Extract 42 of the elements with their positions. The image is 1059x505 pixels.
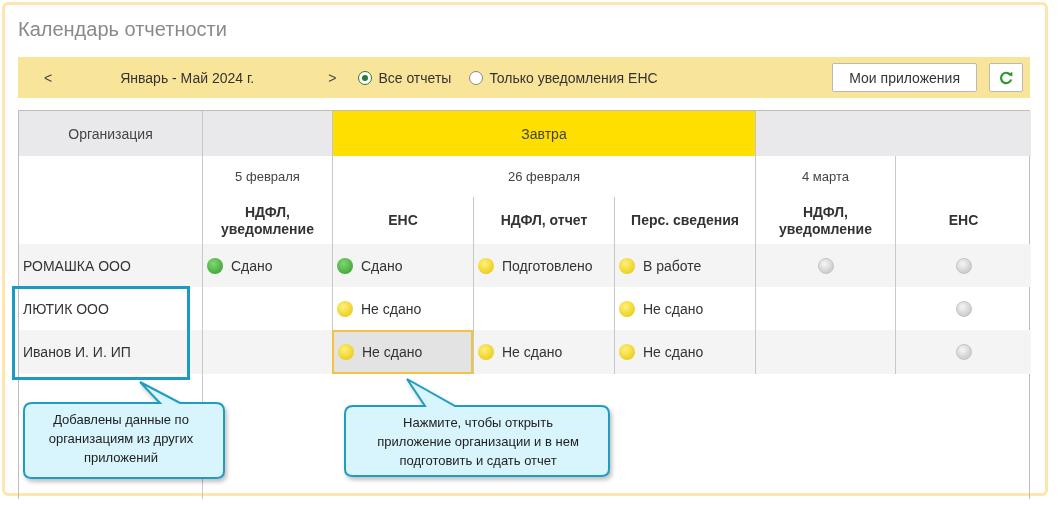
report-status-cell[interactable]: Не сдано xyxy=(614,330,755,374)
my-apps-button[interactable]: Мои приложения xyxy=(832,63,977,92)
status-dot-icon xyxy=(619,300,635,317)
report-status-cell[interactable]: Сдано xyxy=(202,244,332,287)
report-status-cell[interactable] xyxy=(895,244,1031,287)
previous-period-button[interactable]: < xyxy=(40,69,57,86)
callout-text: Добавлены данные по организациям из других приложений xyxy=(48,411,194,467)
refresh-button[interactable] xyxy=(989,63,1023,92)
report-status-cell[interactable] xyxy=(755,244,895,287)
report-status-cell[interactable]: Сдано xyxy=(332,244,473,287)
filter-radio[interactable]: Только уведомления ЕНС xyxy=(469,69,658,86)
column-header: Организация xyxy=(19,111,202,156)
date-header: 5 февраля xyxy=(202,156,332,197)
report-status-cell[interactable]: Не сдано xyxy=(473,330,614,374)
status-dot-icon xyxy=(337,300,353,317)
report-status-cell[interactable]: Не сдано xyxy=(332,330,473,374)
report-status-cell[interactable] xyxy=(895,330,1031,374)
status-dot-icon xyxy=(478,344,494,360)
callout-text: Нажмите, чтобы открыть приложение организации и в нем подготовить и сдать отчет xyxy=(377,414,579,470)
refresh-icon xyxy=(998,69,1014,86)
status-dot-icon xyxy=(619,344,635,360)
status-dot-icon xyxy=(478,257,494,274)
status-dot-icon xyxy=(955,344,972,360)
status-dot-icon xyxy=(955,257,972,274)
page-title: Календарь отчетности xyxy=(18,17,227,42)
status-dot-icon xyxy=(338,344,354,360)
status-dot-icon xyxy=(619,257,635,274)
report-status-cell[interactable]: Подготовлено xyxy=(473,244,614,287)
period-label: Январь - Май 2024 г. xyxy=(120,69,256,86)
organization-name: РОМАШКА ООО xyxy=(19,244,202,287)
status-dot-icon xyxy=(207,257,223,274)
status-dot-icon xyxy=(955,300,972,317)
date-header: 26 февраля xyxy=(332,156,755,197)
date-header: 4 марта xyxy=(755,156,895,197)
status-dot-icon xyxy=(817,257,834,274)
organization-name: ЛЮТИК ООО xyxy=(22,299,110,319)
organization-name: Иванов И. И. ИП xyxy=(19,330,202,374)
filter-radio[interactable]: Все отчеты xyxy=(358,69,452,86)
next-period-button[interactable]: > xyxy=(324,69,341,86)
status-dot-icon xyxy=(337,257,353,274)
report-status-cell[interactable]: В работе xyxy=(614,244,755,287)
column-group-header: Завтра xyxy=(332,111,755,156)
